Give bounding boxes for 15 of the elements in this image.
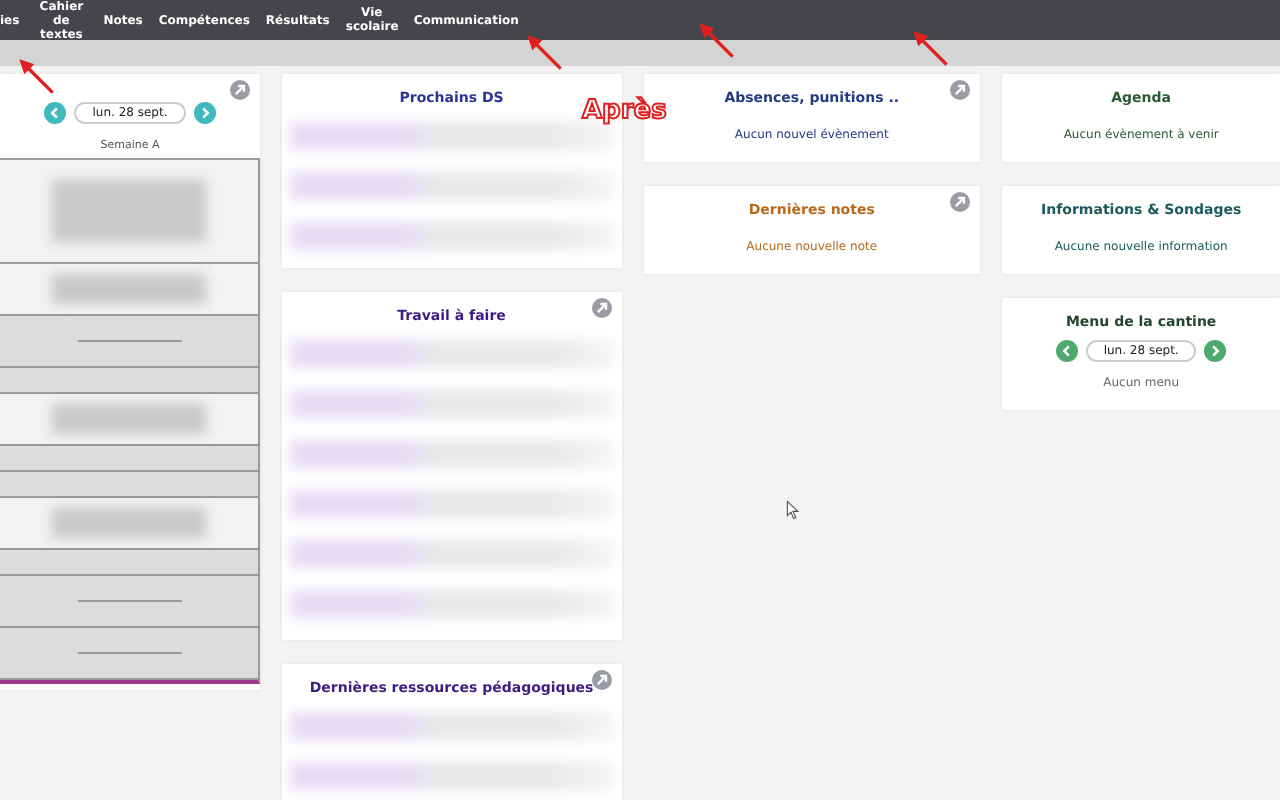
expand-icon[interactable]	[950, 80, 971, 100]
next-day-button[interactable]	[193, 102, 216, 124]
arrow-icon	[524, 32, 564, 72]
expand-icon[interactable]	[950, 192, 971, 212]
pointer-icon	[786, 500, 800, 520]
expand-icon[interactable]	[230, 80, 250, 100]
previous-day-button[interactable]	[1055, 340, 1078, 362]
annotation-text: Après	[582, 96, 667, 126]
expand-icon[interactable]	[591, 298, 612, 318]
arrow-icon	[16, 56, 56, 96]
arrow-icon	[910, 28, 950, 68]
expand-icon[interactable]	[591, 670, 612, 690]
previous-day-button[interactable]	[44, 102, 67, 124]
next-day-button[interactable]	[1204, 340, 1227, 362]
arrow-icon	[696, 20, 736, 60]
